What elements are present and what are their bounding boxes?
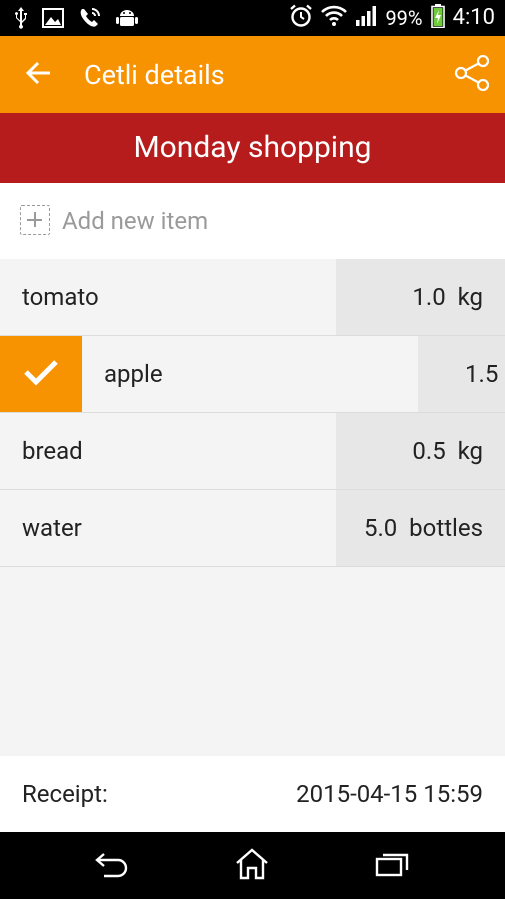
signal-icon	[355, 5, 377, 31]
item-name: water	[22, 514, 82, 542]
back-nav-icon	[94, 850, 130, 882]
screen: 99% 4:10 Cetli details Monday shopping A…	[0, 0, 505, 899]
nav-home-button[interactable]	[232, 848, 272, 884]
list-item-tomato[interactable]: tomato 1.0 kg	[0, 259, 505, 336]
item-quantity: 1.5	[418, 336, 505, 412]
item-quantity: 0.5 kg	[336, 413, 505, 489]
item-quantity: 5.0 bottles	[336, 490, 505, 566]
arrow-left-icon	[25, 61, 52, 89]
list-item-apple[interactable]: apple 1.5	[0, 336, 505, 413]
call-icon	[78, 7, 102, 33]
list-item-bread[interactable]: bread 0.5 kg	[0, 413, 505, 490]
receipt-row: Receipt: 2015-04-15 15:59	[0, 756, 505, 832]
nav-recents-button[interactable]	[372, 848, 412, 884]
status-right: 99% 4:10	[289, 4, 495, 32]
android-icon	[116, 7, 138, 33]
battery-icon	[430, 4, 445, 32]
action-bar: Cetli details	[0, 36, 505, 113]
usb-icon	[14, 7, 28, 33]
item-quantity: 1.0 kg	[336, 259, 505, 335]
list-title: Monday shopping	[0, 113, 505, 183]
image-icon	[42, 8, 64, 32]
wifi-icon	[321, 5, 348, 31]
add-icon	[20, 205, 50, 235]
status-left	[14, 7, 138, 33]
clock: 4:10	[452, 5, 495, 30]
home-nav-icon	[234, 848, 270, 884]
recents-nav-icon	[374, 850, 410, 882]
list-item-water[interactable]: water 5.0 bottles	[0, 490, 505, 567]
item-name: apple	[104, 360, 163, 388]
add-item-placeholder: Add new item	[62, 207, 209, 235]
share-button[interactable]	[451, 54, 493, 96]
nav-back-button[interactable]	[92, 848, 132, 884]
status-bar: 99% 4:10	[0, 0, 505, 36]
receipt-date: 2015-04-15 15:59	[296, 780, 483, 808]
receipt-label: Receipt:	[22, 780, 108, 808]
checkmark-icon	[23, 358, 59, 390]
check-marker[interactable]	[0, 336, 82, 412]
item-name: tomato	[22, 283, 99, 311]
back-button[interactable]	[18, 54, 60, 96]
share-icon	[454, 54, 490, 95]
alarm-icon	[289, 4, 313, 32]
battery-percent: 99%	[385, 6, 423, 30]
item-list: tomato 1.0 kg apple 1.5 bread 0.5 kg wat…	[0, 259, 505, 567]
navigation-bar	[0, 832, 505, 899]
item-name: bread	[22, 437, 83, 465]
page-title: Cetli details	[84, 59, 225, 91]
add-item-row[interactable]: Add new item	[0, 183, 505, 259]
